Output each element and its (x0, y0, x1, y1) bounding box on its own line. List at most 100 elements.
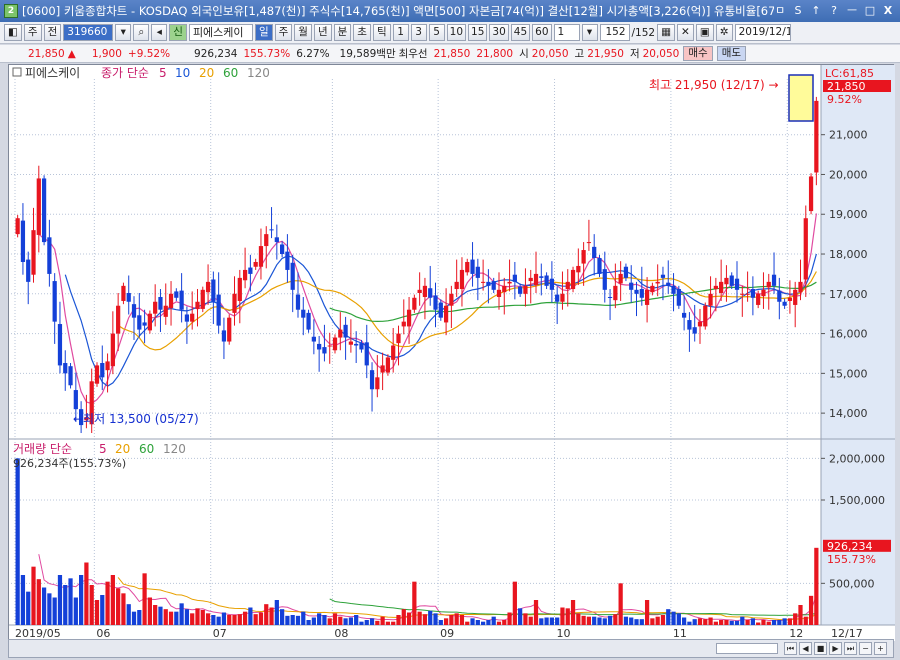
volume-bar (100, 595, 105, 625)
interval-3[interactable]: 3 (410, 24, 427, 41)
code-dropdown-icon[interactable]: ▾ (115, 24, 132, 41)
interval-15[interactable]: 15 (468, 24, 488, 41)
date-input[interactable]: 2019/12/17 (734, 24, 791, 41)
period-day[interactable]: 일 (254, 24, 273, 41)
prev-icon[interactable]: ◀ (799, 642, 812, 655)
period-year[interactable]: 년 (313, 24, 332, 41)
interval-30[interactable]: 30 (489, 24, 509, 41)
volume-bar (512, 581, 517, 625)
layout-icon[interactable]: ◧ (4, 24, 22, 41)
mode-select-1[interactable]: 주 (23, 24, 42, 41)
volume-bar (20, 575, 26, 625)
volume-bar (719, 620, 724, 625)
interval-1[interactable]: 1 (392, 24, 409, 41)
stop-icon[interactable]: ■ (814, 642, 827, 655)
interval-45[interactable]: 45 (510, 24, 531, 41)
next-icon[interactable]: ▶ (829, 642, 842, 655)
multiplier-select[interactable]: 1 (553, 24, 580, 41)
volume-bar (507, 612, 512, 625)
crosshair-icon[interactable]: ✕ (677, 24, 694, 41)
help-icon[interactable]: ? (828, 4, 840, 18)
horizontal-scrollbar[interactable] (716, 643, 778, 654)
low-annotation: ←최저 13,500 (05/27) (73, 412, 199, 426)
volume-bar (205, 613, 211, 625)
stock-code-input[interactable]: 319660 (63, 24, 114, 41)
volume-legend-label: 거래량 단순 (13, 442, 72, 456)
restore-small-icon[interactable]: ㅁ (774, 4, 786, 18)
price-tick-6: 20,000 (829, 168, 868, 181)
settings-icon[interactable]: ✲ (715, 24, 733, 41)
high-annotation: 최고 21,950 (12/17) → (649, 78, 779, 92)
volume-legend-ma-5: 5 (99, 442, 107, 456)
period-week[interactable]: 주 (274, 24, 293, 41)
maximize-icon[interactable]: □ (864, 4, 876, 18)
bid-price: 21,800 (476, 47, 514, 60)
s-icon[interactable]: S (792, 4, 804, 18)
volume-bar (660, 615, 666, 625)
volume-bar (153, 605, 158, 625)
volume-bar (322, 615, 327, 625)
candle (68, 363, 73, 389)
buy-button[interactable]: 매수 (683, 46, 713, 61)
first-icon[interactable]: ⏮ (784, 642, 797, 655)
interval-60[interactable]: 60 (532, 24, 552, 41)
save-icon[interactable]: ▣ (695, 24, 714, 41)
minimize-icon[interactable]: ㅡ (846, 4, 858, 18)
sell-button[interactable]: 매도 (716, 46, 747, 61)
chart-area[interactable]: 14,000 15,000 16,000 17,000 18,000 19,000 20,0… (8, 64, 895, 641)
volume-bar (163, 609, 168, 625)
volume-bar (523, 613, 528, 625)
volume-bar (385, 621, 391, 625)
volume-bar (443, 618, 449, 625)
zoom-in-icon[interactable]: + (874, 642, 887, 655)
zoom-out-icon[interactable]: − (859, 642, 872, 655)
grid-icon[interactable]: ▦ (657, 24, 676, 41)
interval-5[interactable]: 5 (428, 24, 445, 41)
period-second[interactable]: 초 (353, 24, 371, 41)
volume-bar (237, 614, 242, 625)
volume-bar (555, 617, 560, 625)
volume-bar (131, 611, 137, 625)
period-minute[interactable]: 분 (333, 24, 352, 41)
volume-bar (771, 620, 777, 625)
interval-10[interactable]: 10 (446, 24, 467, 41)
price-legend-ma-60: 60 (223, 66, 238, 80)
volume-bar (787, 618, 793, 625)
pin-icon[interactable]: ↑ (810, 4, 822, 18)
period-month[interactable]: 월 (294, 24, 312, 41)
volume-bar (729, 620, 734, 625)
volume-bar (301, 611, 306, 625)
volume-legend-ma-120: 120 (163, 442, 186, 456)
volume-bar (750, 618, 755, 625)
volume-bar (31, 566, 36, 625)
quote-bar: 21,850 ▲ 1,900 +9.52% 926,234 155.73% 6.… (0, 45, 900, 63)
search-icon[interactable]: ⌕ (133, 24, 150, 41)
period-tick[interactable]: 틱 (372, 24, 391, 41)
volume-bar (592, 616, 597, 625)
bar-count-input[interactable]: 152 (599, 24, 630, 41)
volume-pct: 155.73% (243, 47, 291, 60)
mode-select-2[interactable]: 전 (43, 24, 62, 41)
volume-bar (179, 603, 184, 625)
volume-bar (121, 593, 126, 625)
multiplier-dropdown-icon[interactable]: ▾ (581, 24, 598, 41)
volume-bar (375, 620, 380, 625)
volume-bar (264, 604, 269, 625)
price-legend-ma-20: 20 (199, 66, 214, 80)
volume-bar (639, 619, 644, 625)
close-icon[interactable]: X (882, 4, 894, 18)
volume-bar (248, 607, 253, 625)
volume-bar (369, 618, 375, 625)
volume-tick-0: 500,000 (829, 577, 875, 590)
candlestick-chart[interactable]: 14,000 15,000 16,000 17,000 18,000 19,000 20,0… (9, 65, 895, 641)
volume-bar (761, 620, 766, 625)
price-tick-5: 19,000 (829, 208, 868, 221)
sound-icon[interactable]: ◂ (151, 24, 168, 41)
price-legend-ma-5: 5 (159, 66, 167, 80)
candle (597, 254, 602, 278)
volume-bar (285, 615, 290, 625)
last-icon[interactable]: ⏭ (844, 642, 857, 655)
volume-bar (26, 591, 31, 625)
volume-bar (174, 611, 179, 625)
volume-bar (295, 615, 301, 625)
